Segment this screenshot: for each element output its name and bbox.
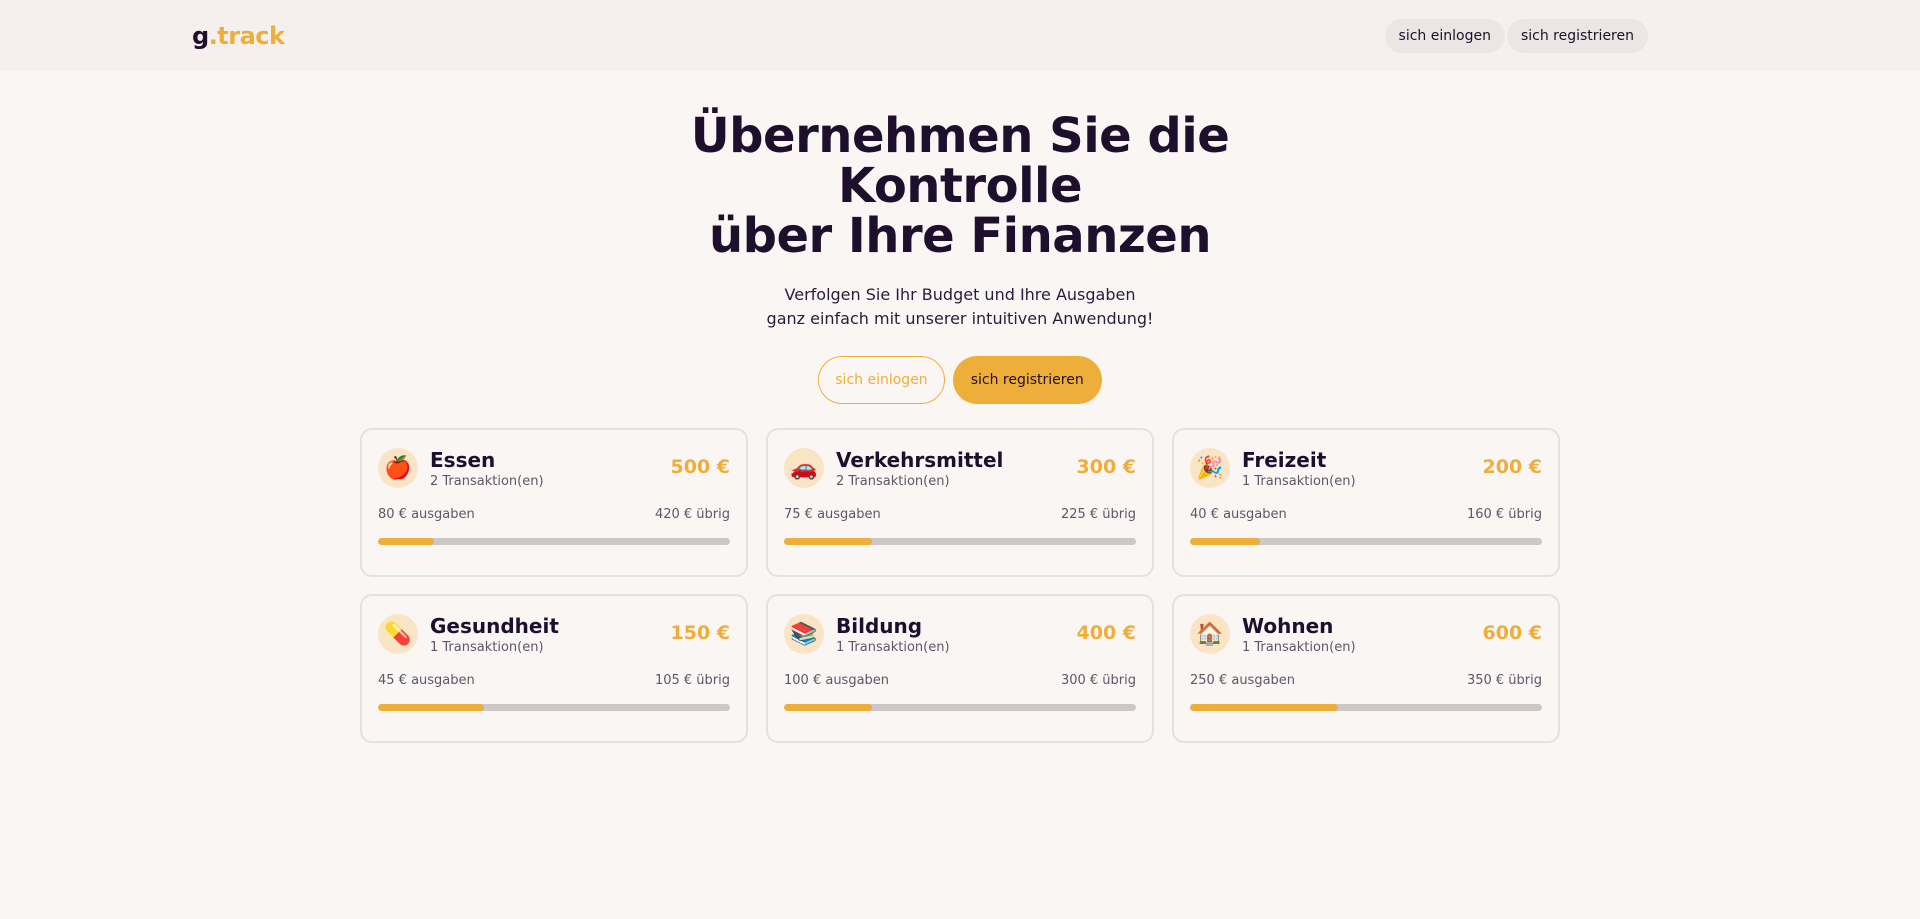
card-stats: 40 € ausgaben 160 € übrig bbox=[1190, 507, 1542, 522]
progress-bar bbox=[378, 704, 730, 711]
logo-track: .track bbox=[208, 21, 285, 50]
category-glyph: 🍎 bbox=[384, 455, 412, 481]
hero-subtitle: Verfolgen Sie Ihr Budget und Ihre Ausgab… bbox=[0, 283, 1920, 331]
category-name: Essen bbox=[430, 448, 496, 472]
category-budget: 600 € bbox=[1482, 622, 1543, 644]
nav-login-button[interactable]: sich einlogen bbox=[1384, 18, 1505, 53]
pill-icon: 💊 bbox=[378, 614, 418, 654]
car-icon: 🚗 bbox=[784, 448, 824, 488]
apple-icon: 🍎 bbox=[378, 448, 418, 488]
card-title-block: Bildung 1 Transaktion(en) bbox=[836, 614, 1077, 655]
hero-title: Übernehmen Sie die Kontrolle über Ihre F… bbox=[600, 111, 1320, 261]
transaction-count: 2 Transaktion(en) bbox=[430, 474, 544, 489]
category-card[interactable]: 🏠 Wohnen 1 Transaktion(en) 600 € 250 € a… bbox=[1172, 594, 1560, 743]
category-budget: 300 € bbox=[1076, 456, 1137, 478]
logo-g: g bbox=[192, 21, 209, 50]
remaining-amount: 350 € übrig bbox=[1466, 673, 1542, 688]
logo[interactable]: g.track bbox=[192, 22, 285, 50]
card-header: 🍎 Essen 2 Transaktion(en) 500 € bbox=[378, 448, 730, 489]
card-title-block: Essen 2 Transaktion(en) bbox=[430, 448, 671, 489]
spent-amount: 40 € ausgaben bbox=[1190, 507, 1287, 522]
remaining-amount: 300 € übrig bbox=[1060, 673, 1136, 688]
spent-amount: 80 € ausgaben bbox=[378, 507, 475, 522]
category-glyph: 📚 bbox=[790, 621, 818, 647]
top-navbar: g.track sich einlogen sich registrieren bbox=[0, 0, 1920, 71]
category-name: Bildung bbox=[836, 614, 923, 638]
card-stats: 250 € ausgaben 350 € übrig bbox=[1190, 673, 1542, 688]
hero-subtitle-line2: ganz einfach mit unserer intuitiven Anwe… bbox=[766, 309, 1154, 328]
progress-bar bbox=[784, 538, 1136, 545]
category-glyph: 💊 bbox=[384, 621, 412, 647]
card-stats: 80 € ausgaben 420 € übrig bbox=[378, 507, 730, 522]
hero-title-line2: über Ihre Finanzen bbox=[708, 208, 1212, 264]
category-grid: 🍎 Essen 2 Transaktion(en) 500 € 80 € aus… bbox=[360, 428, 1560, 743]
progress-bar bbox=[784, 704, 1136, 711]
category-budget: 500 € bbox=[670, 456, 731, 478]
remaining-amount: 160 € übrig bbox=[1466, 507, 1542, 522]
transaction-count: 1 Transaktion(en) bbox=[836, 640, 950, 655]
category-glyph: 🎉 bbox=[1196, 455, 1224, 481]
hero-subtitle-line1: Verfolgen Sie Ihr Budget und Ihre Ausgab… bbox=[784, 285, 1136, 304]
card-stats: 45 € ausgaben 105 € übrig bbox=[378, 673, 730, 688]
spent-amount: 45 € ausgaben bbox=[378, 673, 475, 688]
card-title-block: Freizeit 1 Transaktion(en) bbox=[1242, 448, 1483, 489]
category-budget: 400 € bbox=[1076, 622, 1137, 644]
card-header: 💊 Gesundheit 1 Transaktion(en) 150 € bbox=[378, 614, 730, 655]
card-header: 🚗 Verkehrsmittel 2 Transaktion(en) 300 € bbox=[784, 448, 1136, 489]
progress-bar-fill bbox=[1190, 538, 1261, 545]
hero-register-button[interactable]: sich registrieren bbox=[952, 356, 1102, 404]
progress-bar bbox=[1190, 704, 1542, 711]
category-name: Verkehrsmittel bbox=[836, 448, 1004, 472]
category-name: Gesundheit bbox=[430, 614, 559, 638]
card-title-block: Verkehrsmittel 2 Transaktion(en) bbox=[836, 448, 1077, 489]
progress-bar-fill bbox=[784, 704, 872, 711]
transaction-count: 2 Transaktion(en) bbox=[836, 474, 950, 489]
card-header: 📚 Bildung 1 Transaktion(en) 400 € bbox=[784, 614, 1136, 655]
progress-bar-fill bbox=[784, 538, 872, 545]
category-card[interactable]: 📚 Bildung 1 Transaktion(en) 400 € 100 € … bbox=[766, 594, 1154, 743]
house-icon: 🏠 bbox=[1190, 614, 1230, 654]
card-stats: 75 € ausgaben 225 € übrig bbox=[784, 507, 1136, 522]
progress-bar bbox=[1190, 538, 1542, 545]
remaining-amount: 225 € übrig bbox=[1060, 507, 1136, 522]
category-name: Wohnen bbox=[1242, 614, 1334, 638]
category-budget: 200 € bbox=[1482, 456, 1543, 478]
progress-bar-fill bbox=[1190, 704, 1338, 711]
nav-actions: sich einlogen sich registrieren bbox=[1384, 18, 1648, 53]
remaining-amount: 105 € übrig bbox=[654, 673, 730, 688]
spent-amount: 75 € ausgaben bbox=[784, 507, 881, 522]
party-popper-icon: 🎉 bbox=[1190, 448, 1230, 488]
spent-amount: 100 € ausgaben bbox=[784, 673, 890, 688]
hero-login-button[interactable]: sich einlogen bbox=[818, 356, 945, 404]
spent-amount: 250 € ausgaben bbox=[1190, 673, 1296, 688]
card-header: 🎉 Freizeit 1 Transaktion(en) 200 € bbox=[1190, 448, 1542, 489]
card-title-block: Gesundheit 1 Transaktion(en) bbox=[430, 614, 671, 655]
card-title-block: Wohnen 1 Transaktion(en) bbox=[1242, 614, 1483, 655]
category-budget: 150 € bbox=[670, 622, 731, 644]
transaction-count: 1 Transaktion(en) bbox=[1242, 474, 1356, 489]
progress-bar bbox=[378, 538, 730, 545]
category-name: Freizeit bbox=[1242, 448, 1327, 472]
category-card[interactable]: 🍎 Essen 2 Transaktion(en) 500 € 80 € aus… bbox=[360, 428, 748, 577]
hero-title-line1: Übernehmen Sie die Kontrolle bbox=[690, 108, 1230, 214]
card-stats: 100 € ausgaben 300 € übrig bbox=[784, 673, 1136, 688]
category-card[interactable]: 💊 Gesundheit 1 Transaktion(en) 150 € 45 … bbox=[360, 594, 748, 743]
transaction-count: 1 Transaktion(en) bbox=[430, 640, 544, 655]
category-card[interactable]: 🎉 Freizeit 1 Transaktion(en) 200 € 40 € … bbox=[1172, 428, 1560, 577]
hero-section: Übernehmen Sie die Kontrolle über Ihre F… bbox=[0, 71, 1920, 404]
category-card[interactable]: 🚗 Verkehrsmittel 2 Transaktion(en) 300 €… bbox=[766, 428, 1154, 577]
books-icon: 📚 bbox=[784, 614, 824, 654]
category-glyph: 🏠 bbox=[1196, 621, 1224, 647]
nav-register-button[interactable]: sich registrieren bbox=[1506, 18, 1648, 53]
progress-bar-fill bbox=[378, 538, 435, 545]
category-glyph: 🚗 bbox=[790, 455, 818, 481]
transaction-count: 1 Transaktion(en) bbox=[1242, 640, 1356, 655]
progress-bar-fill bbox=[378, 704, 484, 711]
card-header: 🏠 Wohnen 1 Transaktion(en) 600 € bbox=[1190, 614, 1542, 655]
remaining-amount: 420 € übrig bbox=[654, 507, 730, 522]
hero-cta: sich einlogen sich registrieren bbox=[0, 356, 1920, 404]
